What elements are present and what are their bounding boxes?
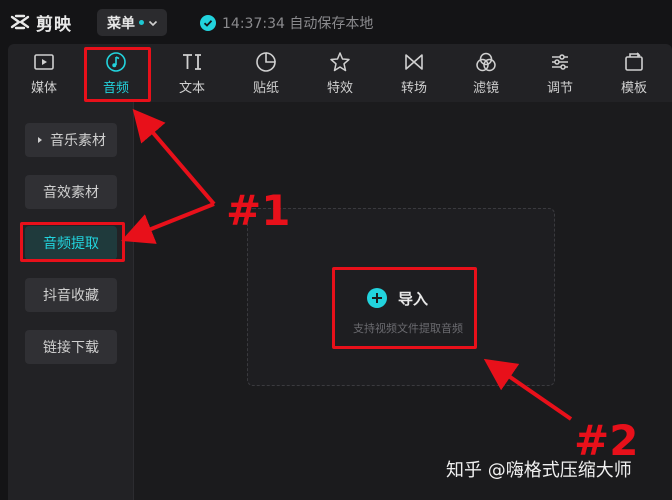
import-label: 导入 bbox=[398, 289, 429, 308]
tab-text-label: 文本 bbox=[178, 80, 205, 96]
tab-adjust-label: 调节 bbox=[546, 80, 573, 96]
adjust-icon bbox=[552, 53, 568, 70]
text-icon bbox=[183, 53, 201, 70]
tab-text[interactable]: 文本 bbox=[162, 44, 222, 102]
tab-effects-label: 特效 bbox=[326, 80, 353, 96]
filter-icon bbox=[476, 52, 496, 71]
title-bar: 剪映 菜单 14:37:34 自动保存本地 bbox=[0, 0, 672, 44]
import-hint: 支持视频文件提取音频 bbox=[353, 322, 463, 335]
audio-icon bbox=[106, 51, 126, 72]
sidebar-item-label: 音频提取 bbox=[43, 236, 99, 252]
tab-sticker[interactable]: 贴纸 bbox=[236, 44, 296, 102]
capcut-logo-icon bbox=[10, 14, 30, 30]
chevron-down-icon bbox=[148, 20, 158, 26]
tab-effects[interactable]: 特效 bbox=[310, 44, 370, 102]
tab-template[interactable]: 模板 bbox=[604, 44, 664, 102]
tab-filter-label: 滤镜 bbox=[472, 80, 499, 96]
toolbar: 媒体 音频 文本 贴纸 特效 转场 滤镜 调节 模板 bbox=[8, 44, 672, 102]
plus-circle-icon bbox=[367, 288, 387, 308]
tab-transition-label: 转场 bbox=[400, 80, 427, 96]
sidebar-item-audio-extract[interactable]: 音频提取 bbox=[25, 226, 117, 260]
check-circle-icon bbox=[200, 15, 216, 31]
tab-media-label: 媒体 bbox=[30, 80, 57, 96]
sidebar-item-douyin-favorites[interactable]: 抖音收藏 bbox=[25, 278, 117, 312]
app-logo: 剪映 bbox=[10, 11, 72, 35]
import-button[interactable]: 导入 bbox=[366, 286, 428, 310]
sidebar-item-sound-effects[interactable]: 音效素材 bbox=[25, 175, 117, 209]
app-name: 剪映 bbox=[36, 14, 72, 35]
tab-filter[interactable]: 滤镜 bbox=[456, 44, 516, 102]
caret-right-icon bbox=[38, 137, 42, 143]
autosave-text: 14:37:34 自动保存本地 bbox=[222, 16, 374, 32]
tab-media[interactable]: 媒体 bbox=[14, 44, 74, 102]
tab-audio[interactable]: 音频 bbox=[86, 44, 146, 102]
sticker-icon bbox=[256, 51, 276, 72]
sidebar-item-label: 音效素材 bbox=[43, 185, 99, 201]
sidebar-item-label: 链接下载 bbox=[43, 340, 99, 356]
effects-icon bbox=[330, 51, 350, 71]
media-icon bbox=[34, 53, 54, 70]
menu-label: 菜单 bbox=[107, 15, 135, 32]
sidebar-item-link-download[interactable]: 链接下载 bbox=[25, 330, 117, 364]
tab-transition[interactable]: 转场 bbox=[384, 44, 444, 102]
template-icon bbox=[625, 51, 643, 71]
tab-template-label: 模板 bbox=[620, 80, 647, 96]
menu-button[interactable]: 菜单 bbox=[97, 9, 167, 36]
sidebar-item-label: 抖音收藏 bbox=[43, 288, 99, 304]
tab-audio-label: 音频 bbox=[102, 80, 129, 96]
annotation-label-1: #1 bbox=[226, 186, 291, 235]
watermark: 知乎 @嗨格式压缩大师 bbox=[446, 460, 632, 481]
sidebar-item-music[interactable]: 音乐素材 bbox=[25, 123, 117, 157]
audio-category-panel: 音乐素材 音效素材 音频提取 抖音收藏 链接下载 bbox=[8, 102, 134, 500]
transition-icon bbox=[405, 53, 423, 70]
autosave-status: 14:37:34 自动保存本地 bbox=[200, 13, 373, 33]
notification-dot bbox=[139, 20, 144, 25]
sidebar-item-label: 音乐素材 bbox=[50, 133, 106, 149]
tab-adjust[interactable]: 调节 bbox=[530, 44, 590, 102]
tab-sticker-label: 贴纸 bbox=[252, 80, 279, 96]
